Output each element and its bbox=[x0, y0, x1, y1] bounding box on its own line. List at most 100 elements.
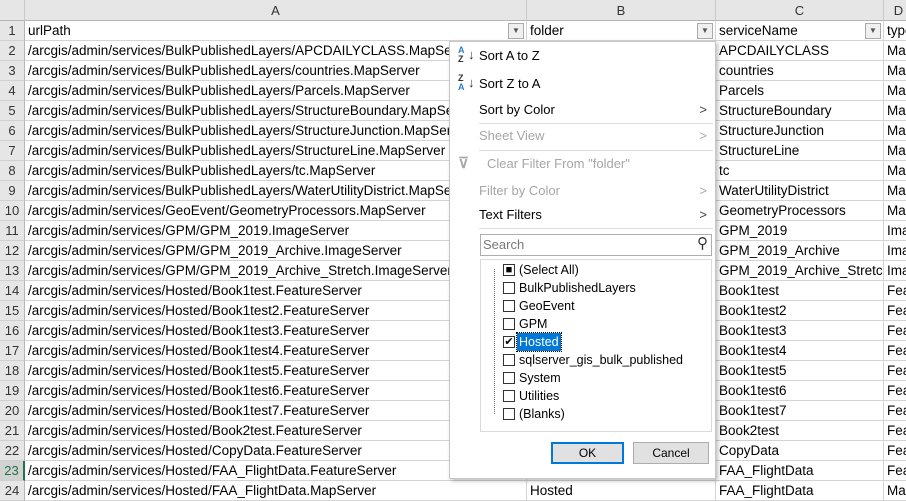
table-cell[interactable]: Book1test7 bbox=[716, 401, 884, 421]
table-cell[interactable]: FeatureServer bbox=[884, 421, 906, 441]
row-number[interactable]: 9 bbox=[0, 181, 25, 201]
table-cell[interactable]: ImageServer bbox=[884, 241, 906, 261]
table-cell[interactable]: CopyData bbox=[716, 441, 884, 461]
header-cell-folder[interactable]: folder ▼ bbox=[527, 21, 716, 41]
row-number[interactable]: 7 bbox=[0, 141, 25, 161]
table-cell[interactable]: Book1test5 bbox=[716, 361, 884, 381]
table-cell[interactable]: Book1test3 bbox=[716, 321, 884, 341]
table-cell[interactable]: GPM_2019 bbox=[716, 221, 884, 241]
row-number[interactable]: 13 bbox=[0, 261, 25, 281]
cancel-button[interactable]: Cancel bbox=[633, 442, 709, 464]
column-header-b[interactable]: B bbox=[527, 0, 716, 21]
row-number[interactable]: 22 bbox=[0, 441, 25, 461]
table-cell[interactable]: MapServer bbox=[884, 161, 906, 181]
header-cell-urlpath[interactable]: urlPath ▼ bbox=[25, 21, 527, 41]
table-cell[interactable]: MapServer bbox=[884, 141, 906, 161]
table-cell[interactable]: FeatureServer bbox=[884, 361, 906, 381]
header-cell-servicename[interactable]: serviceName ▼ bbox=[716, 21, 884, 41]
checkbox[interactable] bbox=[503, 372, 515, 384]
row-number[interactable]: 23 bbox=[0, 461, 25, 481]
table-cell[interactable]: MapServer bbox=[884, 101, 906, 121]
row-number[interactable]: 3 bbox=[0, 61, 25, 81]
table-cell[interactable]: MapServer bbox=[884, 41, 906, 61]
table-cell[interactable]: FeatureServer bbox=[884, 321, 906, 341]
row-number[interactable]: 12 bbox=[0, 241, 25, 261]
table-cell[interactable]: FeatureServer bbox=[884, 461, 906, 481]
row-number[interactable]: 11 bbox=[0, 221, 25, 241]
checkbox[interactable]: ✔ bbox=[503, 336, 515, 348]
table-cell[interactable]: Book1test2 bbox=[716, 301, 884, 321]
checkbox[interactable] bbox=[503, 354, 515, 366]
table-cell[interactable]: MapServer bbox=[884, 121, 906, 141]
column-header-d[interactable]: D bbox=[884, 0, 906, 21]
table-cell[interactable]: FeatureServer bbox=[884, 341, 906, 361]
table-cell[interactable]: ImageServer bbox=[884, 261, 906, 281]
table-cell[interactable]: FeatureServer bbox=[884, 441, 906, 461]
table-cell[interactable]: FeatureServer bbox=[884, 381, 906, 401]
table-cell[interactable]: Parcels bbox=[716, 81, 884, 101]
table-cell[interactable]: /arcgis/admin/services/Hosted/FAA_Flight… bbox=[25, 481, 527, 501]
select-all-corner[interactable] bbox=[0, 0, 25, 21]
sort-a-to-z[interactable]: A Z ↓ Sort A to Z bbox=[450, 44, 715, 68]
checkbox[interactable] bbox=[503, 300, 515, 312]
row-number[interactable]: 14 bbox=[0, 281, 25, 301]
row-number[interactable]: 21 bbox=[0, 421, 25, 441]
table-cell[interactable]: StructureBoundary bbox=[716, 101, 884, 121]
table-cell[interactable]: GPM_2019_Archive bbox=[716, 241, 884, 261]
row-number[interactable]: 24 bbox=[0, 481, 25, 501]
row-number[interactable]: 4 bbox=[0, 81, 25, 101]
checkbox[interactable] bbox=[503, 390, 515, 402]
column-header-c[interactable]: C bbox=[716, 0, 884, 21]
checkbox[interactable]: ■ bbox=[503, 264, 515, 276]
table-cell[interactable]: FeatureServer bbox=[884, 281, 906, 301]
row-number[interactable]: 1 bbox=[0, 21, 25, 41]
row-number[interactable]: 10 bbox=[0, 201, 25, 221]
table-cell[interactable]: FeatureServer bbox=[884, 301, 906, 321]
table-cell[interactable]: MapServer bbox=[884, 81, 906, 101]
sort-z-to-a[interactable]: Z A ↓ Sort Z to A bbox=[450, 72, 715, 96]
table-cell[interactable]: FeatureServer bbox=[884, 401, 906, 421]
table-cell[interactable]: APCDAILYCLASS bbox=[716, 41, 884, 61]
table-cell[interactable]: MapServer bbox=[884, 481, 906, 501]
row-number[interactable]: 20 bbox=[0, 401, 25, 421]
filter-dropdown-button[interactable]: ▼ bbox=[865, 23, 881, 39]
table-cell[interactable]: MapServer bbox=[884, 201, 906, 221]
table-cell[interactable]: countries bbox=[716, 61, 884, 81]
filter-dropdown-button[interactable]: ▼ bbox=[508, 23, 524, 39]
row-number[interactable]: 16 bbox=[0, 321, 25, 341]
row-number[interactable]: 8 bbox=[0, 161, 25, 181]
table-cell[interactable]: WaterUtilityDistrict bbox=[716, 181, 884, 201]
table-cell[interactable]: GPM_2019_Archive_Stretch bbox=[716, 261, 884, 281]
search-input[interactable]: Search ⚲ bbox=[480, 234, 712, 256]
table-cell[interactable]: FAA_FlightData bbox=[716, 481, 884, 501]
table-cell[interactable]: StructureJunction bbox=[716, 121, 884, 141]
table-cell[interactable]: GeometryProcessors bbox=[716, 201, 884, 221]
table-cell[interactable]: StructureLine bbox=[716, 141, 884, 161]
row-number[interactable]: 18 bbox=[0, 361, 25, 381]
table-cell[interactable]: Book1test bbox=[716, 281, 884, 301]
table-cell[interactable]: MapServer bbox=[884, 181, 906, 201]
row-number[interactable]: 2 bbox=[0, 41, 25, 61]
table-cell[interactable]: Hosted bbox=[527, 481, 716, 501]
row-number[interactable]: 15 bbox=[0, 301, 25, 321]
column-header-a[interactable]: A bbox=[25, 0, 527, 21]
row-number[interactable]: 19 bbox=[0, 381, 25, 401]
table-cell[interactable]: FAA_FlightData bbox=[716, 461, 884, 481]
table-cell[interactable]: Book2test bbox=[716, 421, 884, 441]
row-number[interactable]: 6 bbox=[0, 121, 25, 141]
checkbox[interactable] bbox=[503, 282, 515, 294]
row-number[interactable]: 5 bbox=[0, 101, 25, 121]
table-cell[interactable]: Book1test6 bbox=[716, 381, 884, 401]
row-number[interactable]: 17 bbox=[0, 341, 25, 361]
table-cell[interactable]: tc bbox=[716, 161, 884, 181]
ok-button[interactable]: OK bbox=[551, 442, 624, 464]
checkbox[interactable] bbox=[503, 408, 515, 420]
sort-by-color[interactable]: Sort by Color > bbox=[450, 98, 715, 122]
text-filters[interactable]: Text Filters > bbox=[450, 203, 715, 227]
header-cell-type[interactable]: type bbox=[884, 21, 906, 41]
checkbox[interactable] bbox=[503, 318, 515, 330]
filter-dropdown-button[interactable]: ▼ bbox=[697, 23, 713, 39]
table-cell[interactable]: MapServer bbox=[884, 61, 906, 81]
table-cell[interactable]: Book1test4 bbox=[716, 341, 884, 361]
table-cell[interactable]: ImageServer bbox=[884, 221, 906, 241]
